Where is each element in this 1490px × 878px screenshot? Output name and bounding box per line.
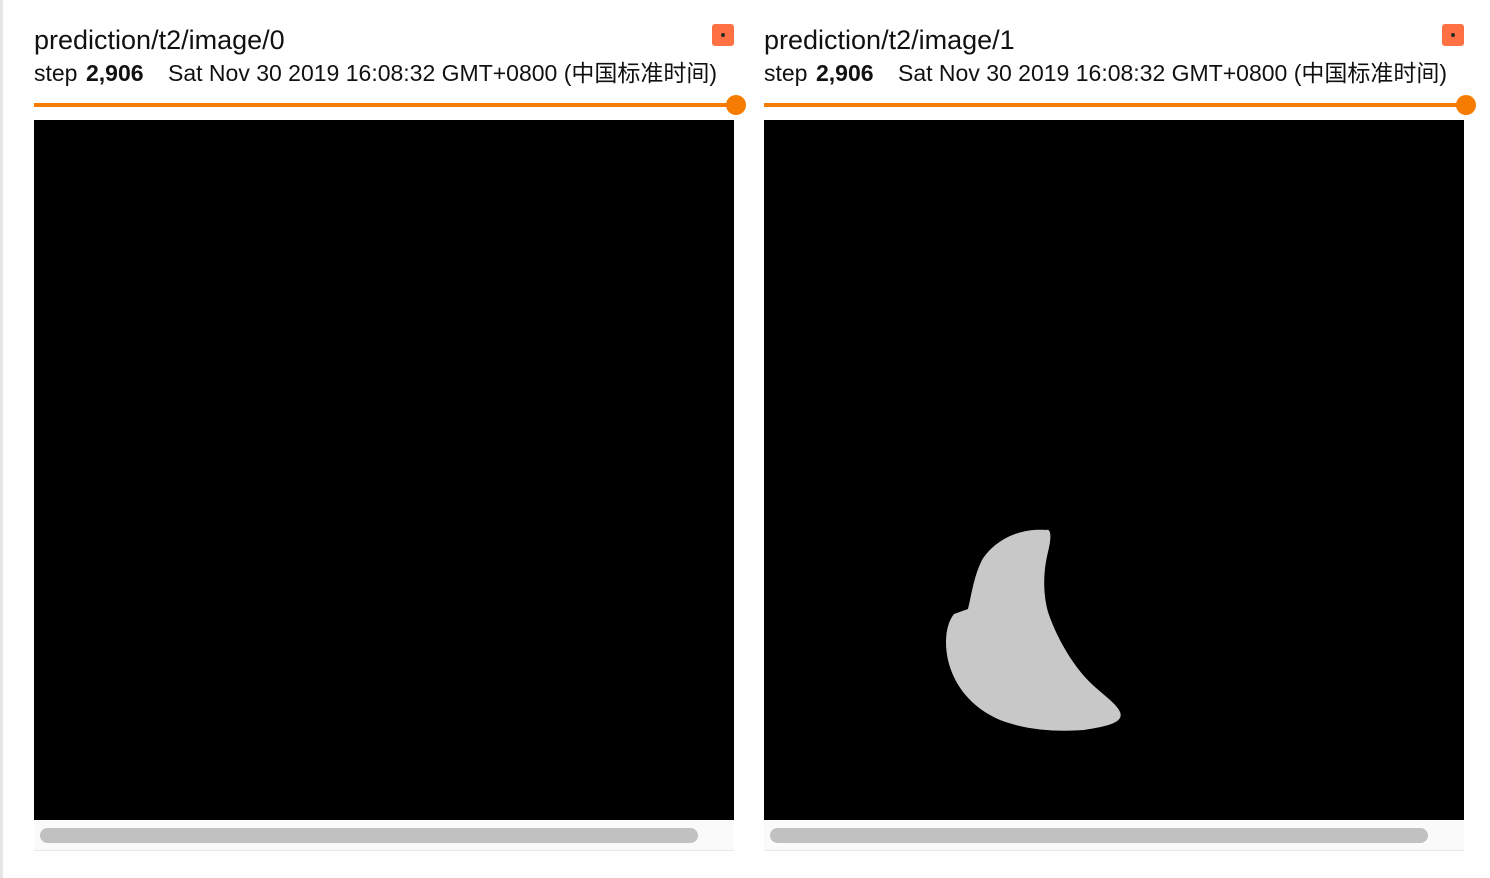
prediction-image bbox=[764, 120, 1464, 820]
horizontal-scrollbar[interactable] bbox=[764, 820, 1464, 851]
slider-fill bbox=[764, 103, 1464, 107]
card-title: prediction/t2/image/1 bbox=[764, 25, 1015, 55]
step-label: step bbox=[764, 60, 808, 86]
scrollbar-thumb[interactable] bbox=[770, 828, 1428, 843]
timestamp: Sat Nov 30 2019 16:08:32 GMT+0800 (中国标准时… bbox=[168, 60, 718, 86]
left-divider bbox=[0, 0, 3, 878]
card-title: prediction/t2/image/0 bbox=[34, 25, 285, 55]
step-value: 2,906 bbox=[86, 60, 144, 86]
image-card: prediction/t2/image/1 step 2,906 Sat Nov… bbox=[764, 0, 1476, 878]
step-label: step bbox=[34, 60, 78, 86]
expand-dot bbox=[1451, 33, 1455, 37]
expand-dot bbox=[721, 33, 725, 37]
image-card: prediction/t2/image/0 step 2,906 Sat Nov… bbox=[34, 0, 746, 878]
step-value: 2,906 bbox=[816, 60, 874, 86]
prediction-image bbox=[34, 120, 734, 820]
slider-thumb[interactable] bbox=[726, 95, 746, 115]
step-slider[interactable] bbox=[764, 94, 1476, 118]
timestamp: Sat Nov 30 2019 16:08:32 GMT+0800 (中国标准时… bbox=[898, 60, 1448, 86]
image-canvas bbox=[764, 120, 1464, 820]
card-meta: step 2,906 Sat Nov 30 2019 16:08:32 GMT+… bbox=[764, 58, 1464, 88]
expand-icon[interactable] bbox=[1442, 24, 1464, 46]
slider-fill bbox=[34, 103, 734, 107]
horizontal-scrollbar[interactable] bbox=[34, 820, 734, 851]
image-background bbox=[34, 120, 734, 820]
slider-thumb[interactable] bbox=[1456, 95, 1476, 115]
scrollbar-thumb[interactable] bbox=[40, 828, 698, 843]
image-canvas bbox=[34, 120, 734, 820]
expand-icon[interactable] bbox=[712, 24, 734, 46]
card-meta: step 2,906 Sat Nov 30 2019 16:08:32 GMT+… bbox=[34, 58, 734, 88]
step-slider[interactable] bbox=[34, 94, 746, 118]
